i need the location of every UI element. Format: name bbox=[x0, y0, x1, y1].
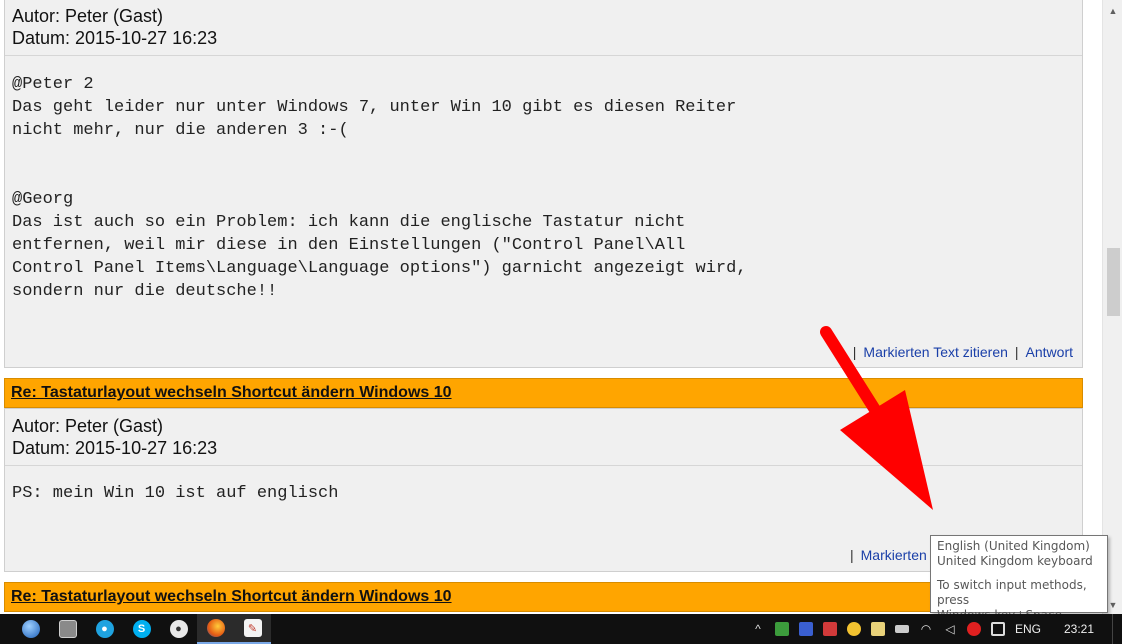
start-icon[interactable] bbox=[12, 614, 49, 644]
post-1-date: Datum: 2015-10-27 16:23 bbox=[12, 28, 218, 48]
vertical-scrollbar[interactable]: ▲ ▼ bbox=[1102, 0, 1122, 614]
security-shield-icon[interactable] bbox=[770, 614, 794, 644]
scroll-thumb[interactable] bbox=[1107, 248, 1120, 316]
volume-icon[interactable]: ◁ bbox=[938, 614, 962, 644]
calculator-icon[interactable] bbox=[49, 614, 86, 644]
printer-tray-icon[interactable] bbox=[818, 614, 842, 644]
notes-tray-icon[interactable] bbox=[866, 614, 890, 644]
network-icon[interactable]: ● bbox=[160, 614, 197, 644]
battery-icon[interactable] bbox=[890, 614, 914, 644]
skype-icon[interactable]: S bbox=[123, 614, 160, 644]
search-icon[interactable]: ● bbox=[86, 614, 123, 644]
post-3-title-link[interactable]: Re: Tastaturlayout wechseln Shortcut änd… bbox=[11, 588, 452, 605]
show-desktop-button[interactable] bbox=[1112, 614, 1122, 644]
tooltip-keyboard: United Kingdom keyboard bbox=[937, 554, 1093, 568]
separator: | bbox=[1014, 344, 1019, 360]
smiley-tray-icon[interactable] bbox=[842, 614, 866, 644]
taskbar: ● S ● ✎ ^ ◠ ◁ ENG 23:21 bbox=[0, 614, 1122, 644]
post-1-body: @Peter 2 Das geht leider nur unter Windo… bbox=[12, 75, 747, 301]
separator: | bbox=[850, 547, 854, 563]
quote-selected-link[interactable]: Markierten T bbox=[861, 547, 939, 563]
red-arrow-annotation bbox=[820, 326, 933, 510]
tooltip-language: English (United Kingdom) bbox=[937, 539, 1090, 553]
action-center-icon[interactable] bbox=[986, 614, 1010, 644]
post-1-header: Autor: Peter (Gast) Datum: 2015-10-27 16… bbox=[5, 0, 1082, 56]
app-tray-icon[interactable] bbox=[794, 614, 818, 644]
post-2-title-link[interactable]: Re: Tastaturlayout wechseln Shortcut änd… bbox=[11, 384, 452, 401]
post-1: Autor: Peter (Gast) Datum: 2015-10-27 16… bbox=[4, 0, 1083, 368]
firefox-icon[interactable] bbox=[197, 614, 234, 644]
post-2-actions: | Markierten T bbox=[843, 547, 939, 563]
system-tray: ^ ◠ ◁ ENG 23:21 bbox=[746, 614, 1122, 644]
taskbar-apps: ● S ● ✎ bbox=[0, 614, 271, 644]
language-tooltip: English (United Kingdom) United Kingdom … bbox=[930, 535, 1108, 622]
tooltip-hint-1: To switch input methods, press bbox=[937, 578, 1087, 607]
post-1-author: Autor: Peter (Gast) bbox=[12, 6, 164, 26]
reply-link[interactable]: Antwort bbox=[1026, 344, 1073, 360]
record-tray-icon[interactable] bbox=[962, 614, 986, 644]
input-language-indicator[interactable]: ENG bbox=[1010, 622, 1046, 636]
post-3-title-bar: Re: Tastaturlayout wechseln Shortcut änd… bbox=[4, 582, 1083, 612]
scroll-up-arrow-icon[interactable]: ▲ bbox=[1103, 2, 1122, 20]
start-button[interactable] bbox=[0, 614, 12, 644]
wifi-icon[interactable]: ◠ bbox=[914, 614, 938, 644]
paint-icon[interactable]: ✎ bbox=[234, 614, 271, 644]
show-hidden-icons-chevron-icon[interactable]: ^ bbox=[746, 614, 770, 644]
clock[interactable]: 23:21 bbox=[1046, 622, 1112, 636]
